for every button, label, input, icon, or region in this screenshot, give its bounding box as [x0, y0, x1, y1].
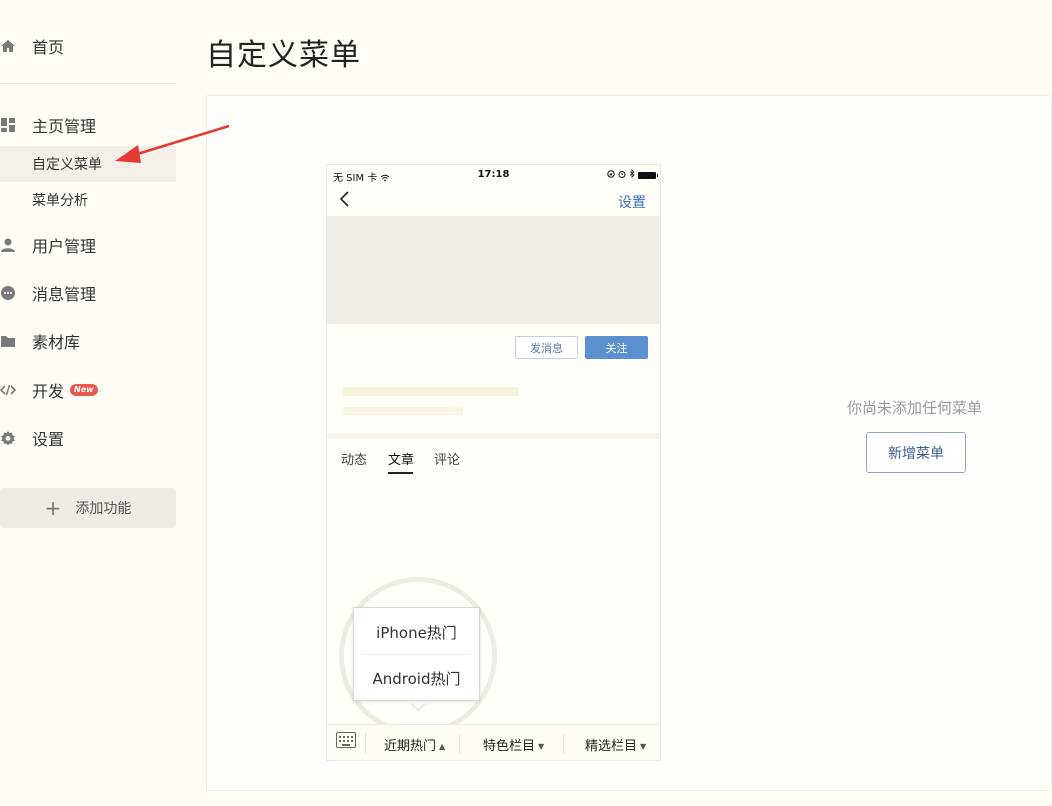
- caret-down-icon: ▼: [538, 742, 545, 751]
- sidebar-item-settings[interactable]: 设置: [0, 428, 176, 449]
- sidebar-item-label: 用户管理: [32, 237, 97, 256]
- sidebar-divider: [0, 83, 176, 84]
- phone-settings-link[interactable]: 设置: [618, 192, 646, 212]
- menu-bar-divider: [459, 735, 460, 753]
- tab-comments[interactable]: 评论: [434, 449, 460, 468]
- sidebar-subitem-label: 菜单分析: [32, 193, 88, 209]
- sidebar-item-message-management[interactable]: 消息管理: [0, 283, 176, 304]
- alarm-icon: [618, 170, 626, 181]
- sidebar: 首页 主页管理 自定义菜单 菜单分析 用户管理 消息管理 素材库 开发 New …: [0, 0, 176, 806]
- menu-bar-divider: [563, 735, 564, 753]
- tab-dynamic[interactable]: 动态: [341, 449, 367, 468]
- dashboard-icon: [0, 117, 16, 133]
- menu-item-selected-columns[interactable]: 精选栏目 ▼: [585, 735, 646, 754]
- phone-menu-bar: 近期热门 ▲ 特色栏目 ▼ 精选栏目 ▼: [327, 724, 660, 760]
- phone-status-bar: 无 SIM 卡 17:18: [327, 165, 660, 185]
- sidebar-item-label: 主页管理: [32, 117, 97, 136]
- menu-item-featured-columns[interactable]: 特色栏目 ▼: [483, 735, 544, 754]
- caret-up-icon: ▲: [439, 742, 446, 751]
- lock-rotation-icon: [607, 169, 615, 181]
- send-message-button[interactable]: 发消息: [515, 336, 578, 359]
- user-icon: [0, 237, 16, 253]
- sidebar-item-label: 消息管理: [32, 285, 97, 304]
- submenu-item-android[interactable]: Android热门: [354, 668, 479, 689]
- add-function-label: 添加功能: [75, 501, 132, 517]
- sidebar-item-user-management[interactable]: 用户管理: [0, 235, 176, 256]
- menu-bar-divider: [365, 733, 366, 753]
- placeholder-bar: [343, 407, 463, 415]
- chat-bubble-icon: [0, 285, 16, 301]
- sidebar-item-home[interactable]: 首页: [0, 36, 176, 57]
- home-icon: [0, 38, 16, 54]
- page-title: 自定义菜单: [206, 38, 361, 73]
- sidebar-item-develop[interactable]: 开发 New: [0, 380, 176, 401]
- battery-icon: [638, 171, 658, 179]
- sidebar-item-label: 设置: [32, 430, 65, 449]
- tab-articles[interactable]: 文章: [388, 449, 414, 468]
- sidebar-item-label: 首页: [32, 38, 65, 57]
- sidebar-subitem-menu-analysis[interactable]: 菜单分析: [0, 182, 176, 218]
- folder-icon: [0, 333, 16, 349]
- code-icon: [0, 382, 16, 398]
- submenu-popup: iPhone热门 Android热门: [353, 607, 480, 701]
- status-icons: [607, 169, 658, 181]
- keyboard-icon[interactable]: [336, 732, 356, 748]
- gear-icon: [0, 430, 16, 446]
- menu-item-recent-hot[interactable]: 近期热门 ▲: [384, 735, 445, 754]
- caret-down-icon: ▼: [640, 742, 647, 751]
- phone-nav-bar: 设置: [327, 185, 660, 216]
- plus-icon: +: [44, 496, 62, 520]
- profile-cover: [327, 216, 660, 324]
- placeholder-bar: [343, 387, 519, 396]
- empty-state-text: 你尚未添加任何菜单: [847, 399, 983, 417]
- sidebar-subitem-custom-menu[interactable]: 自定义菜单: [0, 146, 176, 182]
- section-separator: [327, 433, 660, 439]
- add-function-button[interactable]: + 添加功能: [0, 488, 176, 528]
- follow-button[interactable]: 关注: [585, 336, 648, 359]
- bluetooth-icon: [629, 169, 635, 181]
- sidebar-subitem-label: 自定义菜单: [32, 157, 102, 173]
- sidebar-item-material-library[interactable]: 素材库: [0, 331, 176, 352]
- phone-preview: 无 SIM 卡 17:18 设置 发消息 关注 动态 文章 评论 iPhone热…: [326, 164, 661, 761]
- new-badge: New: [70, 384, 98, 396]
- submenu-item-iphone[interactable]: iPhone热门: [354, 622, 479, 643]
- active-tab-indicator: [388, 472, 413, 474]
- submenu-divider: [362, 654, 471, 655]
- add-menu-button[interactable]: 新增菜单: [866, 432, 966, 473]
- back-chevron-icon[interactable]: [339, 189, 351, 213]
- sidebar-item-homepage-management[interactable]: 主页管理: [0, 115, 176, 136]
- sidebar-item-label: 素材库: [32, 333, 81, 352]
- sidebar-item-label: 开发: [32, 382, 65, 401]
